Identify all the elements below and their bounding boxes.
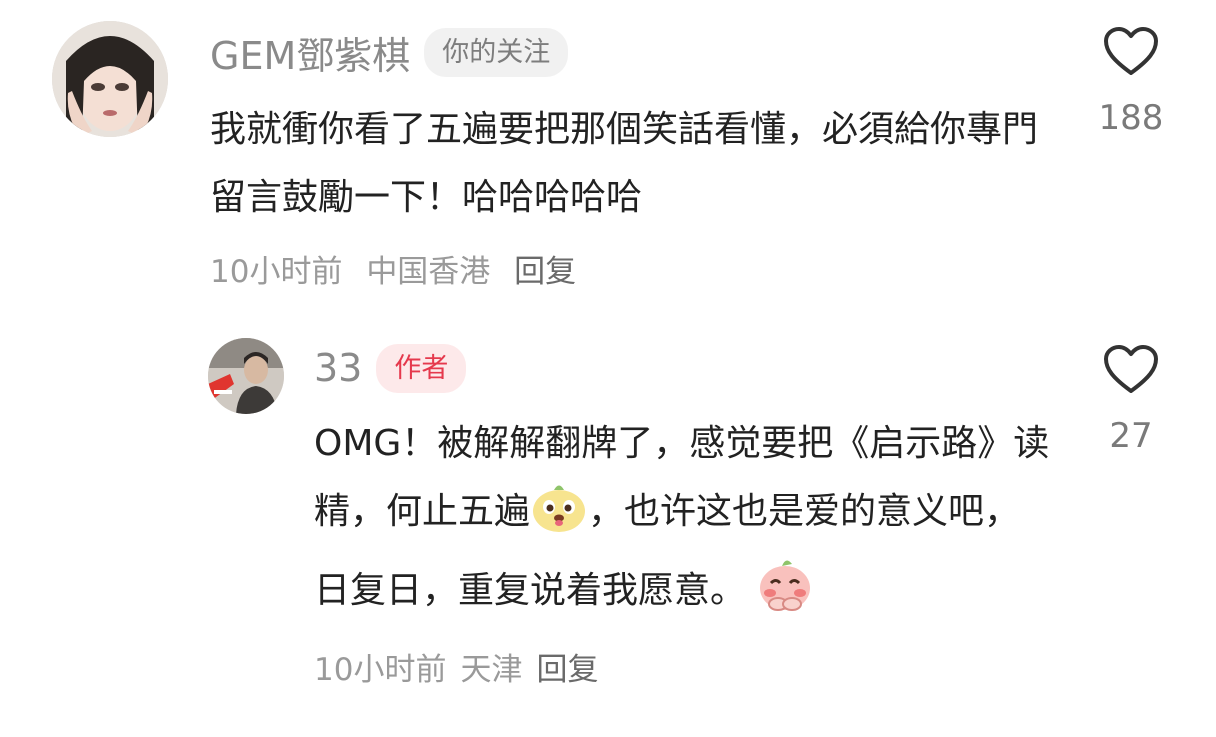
comment-header: GEM鄧紫棋 你的关注 (210, 24, 569, 80)
reply-text: OMG！被解解翻牌了，感觉要把《启示路》读精，何止五遍 ，也许这也是爱的意义吧，日… (314, 410, 1054, 704)
shy-peach-emoji-icon (756, 556, 814, 635)
comment-item: GEM鄧紫棋 你的关注 我就衝你看了五遍要把那個笑話看懂，必須給你專門留言鼓勵一… (0, 0, 1216, 300)
comment-meta: 10小时前 中国香港 回复 (210, 246, 590, 291)
avatar-photo-icon (52, 21, 168, 137)
comment-text: 我就衝你看了五遍要把那個笑話看懂，必須給你專門留言鼓勵一下！哈哈哈哈哈 (210, 109, 1039, 218)
like-count: 188 (1098, 98, 1164, 138)
reply-button[interactable]: 回复 (536, 652, 598, 688)
reply-location: 天津 (460, 652, 523, 688)
dog-face-emoji-icon (530, 481, 588, 556)
like-button[interactable]: 188 (1086, 26, 1176, 138)
following-badge: 你的关注 (424, 27, 569, 77)
heart-icon (1104, 345, 1158, 393)
commenter-username[interactable]: GEM鄧紫棋 (210, 25, 410, 80)
comment-time: 10小时前 (210, 254, 343, 290)
author-username[interactable]: 33 (314, 346, 362, 390)
reply-meta: 10小时前 天津 回复 (314, 652, 612, 688)
avatar-photo-icon (208, 338, 284, 414)
reply-time: 10小时前 (314, 652, 447, 688)
author-avatar[interactable] (208, 338, 284, 414)
like-count: 27 (1109, 416, 1153, 456)
comment-location: 中国香港 (366, 254, 491, 290)
heart-icon (1104, 27, 1158, 75)
reply-button[interactable]: 回复 (514, 254, 576, 290)
reply-header: 33 作者 (314, 340, 467, 396)
reply-item: 33 作者 OMG！被解解翻牌了，感觉要把《启示路》读精，何止五遍 ，也许这也是爱… (0, 330, 1216, 700)
author-badge: 作者 (376, 343, 467, 393)
like-button[interactable]: 27 (1086, 344, 1176, 456)
commenter-avatar[interactable] (52, 21, 168, 137)
